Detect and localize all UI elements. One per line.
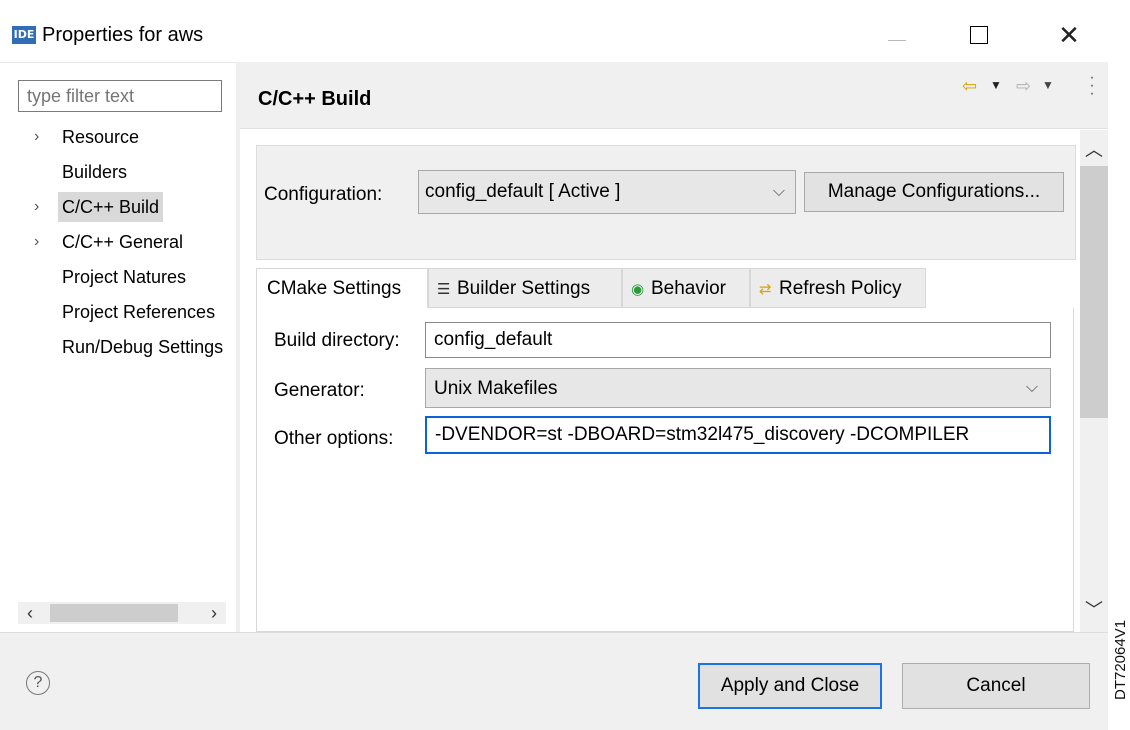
tab-label: CMake Settings: [267, 278, 402, 299]
sidebar-item-label: C/C++ General: [62, 232, 184, 252]
dialog-footer: ? Apply and Close Cancel: [0, 632, 1108, 730]
sidebar-item-label: Builders: [62, 162, 128, 182]
help-icon[interactable]: ?: [26, 671, 50, 695]
apply-and-close-button[interactable]: Apply and Close: [698, 663, 882, 709]
build-directory-label: Build directory:: [274, 330, 400, 351]
tab-behavior[interactable]: ◉ Behavior: [622, 268, 750, 308]
sidebar-item-label: C/C++ Build: [58, 192, 164, 222]
radio-icon: ◉: [631, 281, 645, 298]
sidebar-item-label: Run/Debug Settings: [62, 337, 224, 357]
back-arrow-icon[interactable]: ⇦: [962, 76, 977, 97]
refresh-icon: ⇄: [759, 281, 772, 298]
scroll-right-icon[interactable]: ›: [204, 602, 224, 624]
scrollbar-thumb[interactable]: [50, 604, 178, 622]
minimize-button[interactable]: [880, 28, 912, 48]
sidebar-item-label: Project References: [62, 302, 216, 322]
forward-menu-icon[interactable]: ▼: [1042, 78, 1054, 92]
configuration-value: config_default [ Active ]: [425, 181, 621, 202]
back-menu-icon[interactable]: ▼: [990, 78, 1002, 92]
tab-label: Refresh Policy: [779, 278, 902, 299]
chevron-down-icon: ⌵: [772, 183, 785, 200]
forward-arrow-icon[interactable]: ⇨: [1016, 76, 1031, 97]
close-icon[interactable]: ✕: [1056, 22, 1082, 48]
document-id: DT72064V1: [1112, 619, 1129, 700]
configuration-select[interactable]: config_default [ Active ] ⌵: [418, 170, 796, 214]
scrollbar-thumb[interactable]: [1080, 166, 1108, 418]
sidebar-item-run-debug[interactable]: Run/Debug Settings: [34, 332, 234, 362]
sidebar: › Resource Builders › C/C++ Build › C/C+…: [8, 62, 236, 632]
cancel-button[interactable]: Cancel: [902, 663, 1090, 709]
tab-cmake-settings[interactable]: CMake Settings: [256, 268, 428, 310]
tab-label: Behavior: [651, 278, 726, 299]
configuration-label: Configuration:: [264, 184, 383, 205]
pane-divider[interactable]: [236, 62, 240, 632]
view-menu-icon[interactable]: · · ·: [1088, 70, 1096, 102]
sidebar-item-label: Resource: [62, 127, 140, 147]
generator-select[interactable]: Unix Makefiles ⌵: [425, 368, 1051, 408]
filter-input[interactable]: [18, 80, 222, 112]
chevron-right-icon[interactable]: ›: [34, 227, 50, 257]
page-title: C/C++ Build: [258, 88, 372, 110]
tab-label: Builder Settings: [457, 278, 591, 299]
ide-logo-icon: IDE: [12, 26, 36, 44]
generator-label: Generator:: [274, 380, 365, 401]
chevron-down-icon: ⌵: [1025, 379, 1038, 396]
sidebar-item-project-references[interactable]: Project References: [34, 297, 234, 327]
scroll-left-icon[interactable]: ‹: [20, 602, 40, 624]
manage-configurations-button[interactable]: Manage Configurations...: [804, 172, 1064, 212]
tab-refresh-policy[interactable]: ⇄ Refresh Policy: [750, 268, 926, 308]
page-header: C/C++ Build ⇦ ▼ ⇨ ▼ · · ·: [240, 62, 1108, 129]
sidebar-horizontal-scrollbar[interactable]: ‹ ›: [18, 602, 226, 624]
generator-value: Unix Makefiles: [434, 378, 558, 399]
tab-builder-settings[interactable]: ☰ Builder Settings: [428, 268, 622, 308]
scroll-down-icon[interactable]: ﹀: [1080, 596, 1108, 620]
other-options-label: Other options:: [274, 428, 394, 449]
scroll-up-icon[interactable]: ︿: [1080, 136, 1108, 160]
chevron-right-icon[interactable]: ›: [34, 192, 50, 222]
other-options-field[interactable]: [425, 416, 1051, 454]
chevron-right-icon[interactable]: ›: [34, 122, 50, 152]
list-icon: ☰: [437, 281, 451, 298]
page-vertical-scrollbar[interactable]: ︿ ﹀: [1080, 130, 1108, 632]
maximize-button[interactable]: [970, 26, 988, 44]
window-title: Properties for aws: [42, 24, 204, 46]
sidebar-item-label: Project Natures: [62, 267, 187, 287]
build-directory-field[interactable]: [425, 322, 1051, 358]
